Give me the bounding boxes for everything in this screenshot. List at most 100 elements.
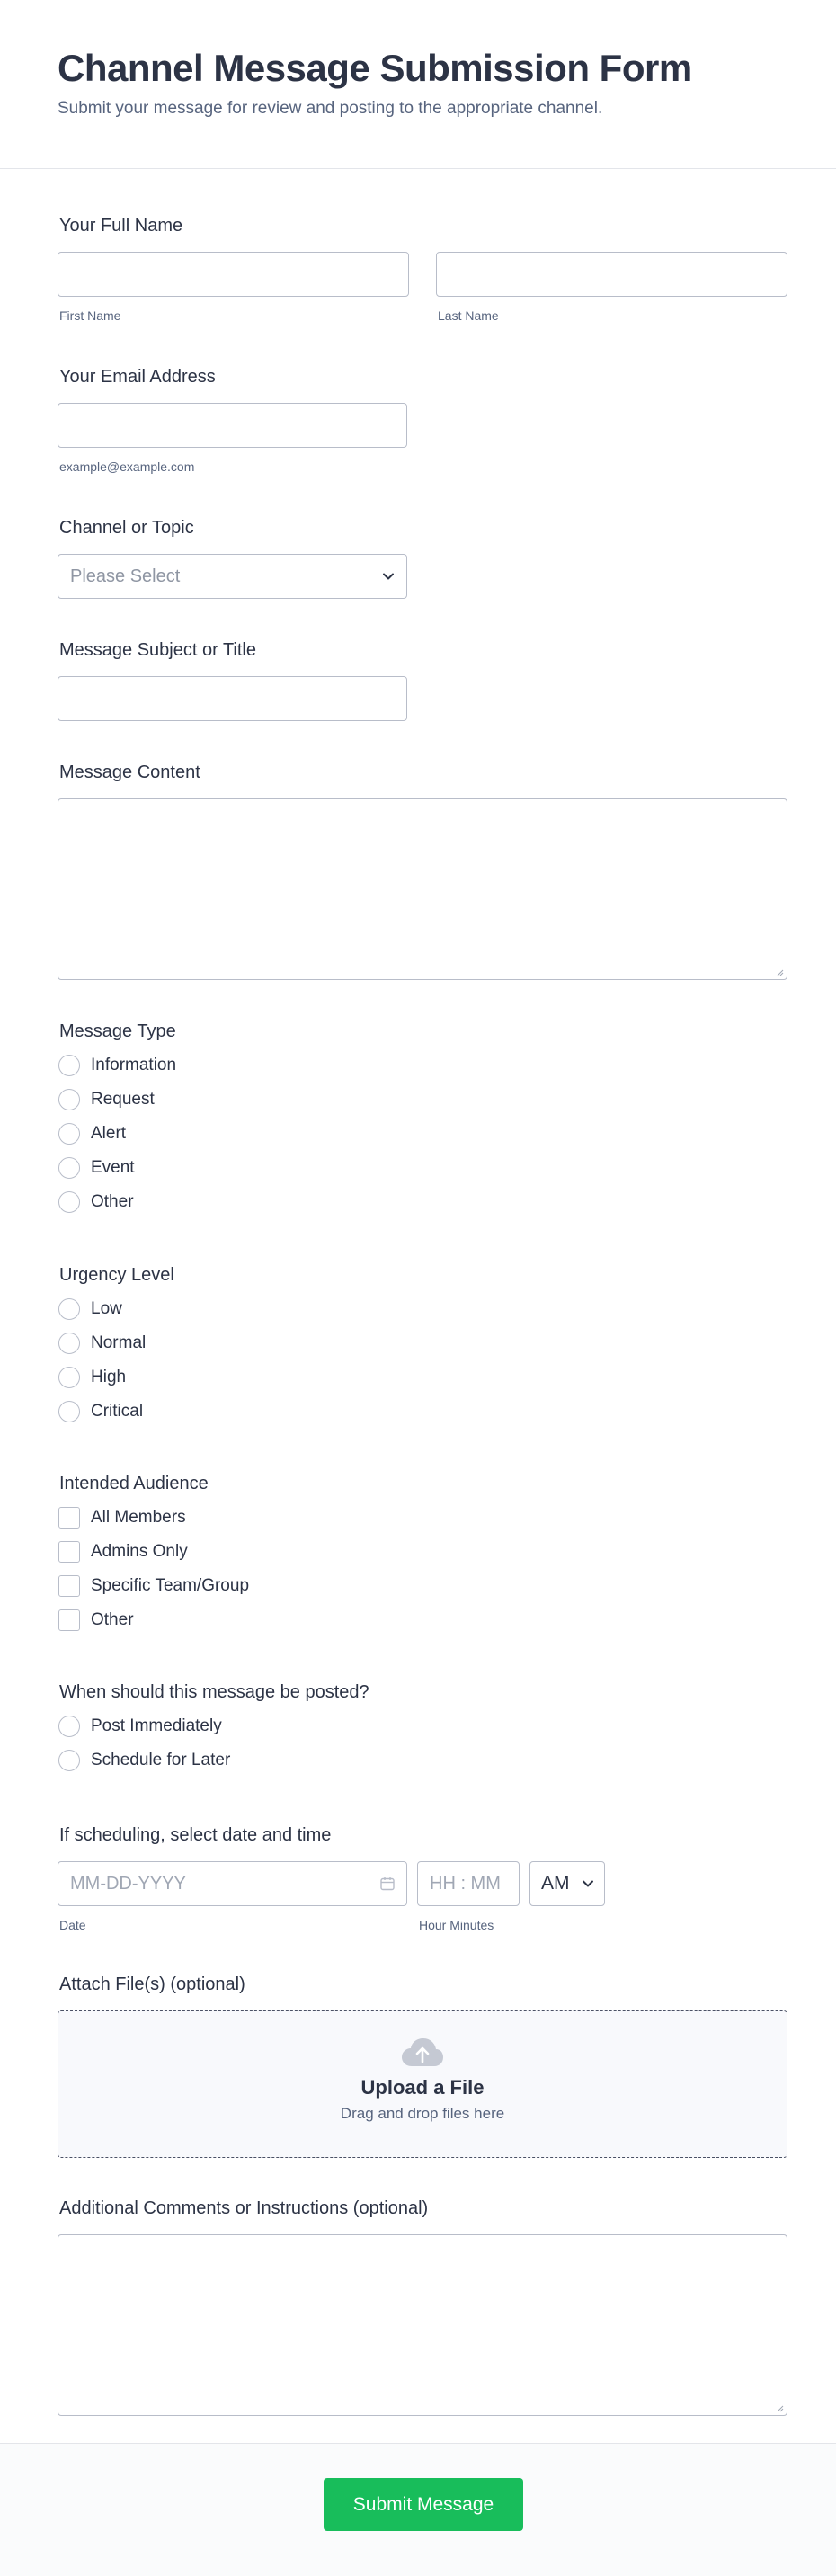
cloud-upload-icon (402, 2038, 443, 2066)
page-title: Channel Message Submission Form (58, 47, 692, 89)
radio-button[interactable] (58, 1123, 80, 1145)
channel-selected-value: Please Select (70, 566, 181, 586)
option-label: Normal (91, 1333, 147, 1352)
message-type-option[interactable]: Alert (58, 1117, 417, 1151)
calendar-icon[interactable] (379, 1876, 396, 1892)
option-label: Other (91, 1610, 134, 1629)
time-sublabel: Hour Minutes (419, 1918, 494, 1932)
radio-button[interactable] (58, 1367, 80, 1388)
channel-field: Channel or Topic Please Select (58, 516, 407, 599)
form-header: Channel Message Submission Form Submit y… (0, 0, 836, 169)
radio-button[interactable] (58, 1401, 80, 1422)
channel-select[interactable]: Please Select (58, 554, 407, 599)
last-name-input[interactable] (436, 252, 787, 297)
attach-field: Attach File(s) (optional) Upload a File … (58, 1973, 787, 2158)
audience-option[interactable]: Admins Only (58, 1535, 417, 1569)
option-label: Information (91, 1056, 177, 1074)
radio-button[interactable] (58, 1191, 80, 1213)
radio-button[interactable] (58, 1055, 80, 1076)
checkbox[interactable] (58, 1507, 80, 1529)
subject-label: Message Subject or Title (59, 640, 256, 660)
option-label: Admins Only (91, 1542, 188, 1561)
audience-option[interactable]: Specific Team/Group (58, 1569, 417, 1603)
submit-button[interactable]: Submit Message (324, 2478, 523, 2531)
email-field: Your Email Address example@example.com (58, 365, 407, 475)
radio-button[interactable] (58, 1333, 80, 1354)
time-input[interactable]: HH : MM (417, 1861, 520, 1906)
option-label: All Members (91, 1508, 186, 1527)
option-label: Alert (91, 1124, 127, 1143)
full-name-label: Your Full Name (59, 216, 183, 236)
message-type-field: Message Type Information Request Alert E… (58, 1020, 417, 1219)
radio-button[interactable] (58, 1089, 80, 1110)
audience-field: Intended Audience All Members Admins Onl… (58, 1472, 417, 1637)
form-footer: Submit Message (0, 2443, 836, 2576)
email-sublabel: example@example.com (59, 459, 195, 474)
posting-label: When should this message be posted? (59, 1682, 369, 1702)
option-label: Request (91, 1090, 155, 1109)
first-name-sublabel: First Name (59, 308, 121, 323)
upload-dropzone[interactable]: Upload a File Drag and drop files here (58, 2010, 787, 2158)
schedule-label: If scheduling, select date and time (59, 1825, 332, 1845)
message-type-option[interactable]: Event (58, 1151, 417, 1185)
page-subtitle: Submit your message for review and posti… (58, 99, 603, 118)
date-input[interactable]: MM-DD-YYYY (58, 1861, 407, 1906)
radio-button[interactable] (58, 1157, 80, 1179)
email-label: Your Email Address (59, 367, 216, 387)
urgency-option[interactable]: Normal (58, 1326, 417, 1360)
option-label: Schedule for Later (91, 1751, 231, 1769)
posting-option[interactable]: Schedule for Later (58, 1743, 507, 1778)
first-name-input[interactable] (58, 252, 409, 297)
radio-button[interactable] (58, 1750, 80, 1771)
channel-label: Channel or Topic (59, 518, 194, 538)
checkbox[interactable] (58, 1541, 80, 1563)
option-label: Post Immediately (91, 1716, 222, 1735)
urgency-field: Urgency Level Low Normal High Critical (58, 1263, 417, 1429)
comments-textarea[interactable] (58, 2234, 787, 2416)
chevron-down-icon (383, 573, 394, 580)
subject-field: Message Subject or Title (58, 638, 407, 721)
time-placeholder: HH : MM (430, 1873, 501, 1894)
comments-field: Additional Comments or Instructions (opt… (58, 2197, 787, 2416)
upload-subtitle: Drag and drop files here (340, 2105, 505, 2122)
content-label: Message Content (59, 762, 200, 782)
option-label: Low (91, 1299, 122, 1318)
audience-label: Intended Audience (59, 1474, 209, 1493)
option-label: Event (91, 1158, 135, 1177)
urgency-option[interactable]: Critical (58, 1395, 417, 1429)
message-type-option[interactable]: Request (58, 1083, 417, 1117)
resize-handle-icon[interactable] (775, 2403, 784, 2412)
message-type-option[interactable]: Information (58, 1048, 417, 1083)
chevron-down-icon (583, 1880, 593, 1887)
ampm-value: AM (541, 1873, 570, 1894)
option-label: Critical (91, 1402, 144, 1421)
urgency-option[interactable]: High (58, 1360, 417, 1395)
posting-option[interactable]: Post Immediately (58, 1709, 507, 1743)
option-label: High (91, 1368, 127, 1386)
urgency-label: Urgency Level (59, 1265, 174, 1285)
radio-button[interactable] (58, 1298, 80, 1320)
radio-button[interactable] (58, 1716, 80, 1737)
upload-title: Upload a File (360, 2076, 485, 2099)
content-field: Message Content (58, 761, 787, 980)
email-input[interactable] (58, 403, 407, 448)
posting-field: When should this message be posted? Post… (58, 1680, 507, 1778)
last-name-sublabel: Last Name (438, 308, 499, 323)
full-name-field: Your Full Name First Name Last Name (58, 214, 787, 324)
schedule-field: If scheduling, select date and time MM-D… (58, 1823, 687, 1933)
content-textarea[interactable] (58, 798, 787, 980)
message-type-option[interactable]: Other (58, 1185, 417, 1219)
checkbox[interactable] (58, 1609, 80, 1631)
audience-option[interactable]: Other (58, 1603, 417, 1637)
ampm-select[interactable]: AM (529, 1861, 605, 1906)
subject-input[interactable] (58, 676, 407, 721)
audience-option[interactable]: All Members (58, 1501, 417, 1535)
checkbox[interactable] (58, 1575, 80, 1597)
message-type-label: Message Type (59, 1021, 176, 1041)
date-sublabel: Date (59, 1918, 86, 1932)
comments-label: Additional Comments or Instructions (opt… (59, 2198, 429, 2218)
date-placeholder: MM-DD-YYYY (70, 1873, 186, 1894)
urgency-option[interactable]: Low (58, 1292, 417, 1326)
attach-label: Attach File(s) (optional) (59, 1974, 245, 1994)
resize-handle-icon[interactable] (775, 967, 784, 976)
